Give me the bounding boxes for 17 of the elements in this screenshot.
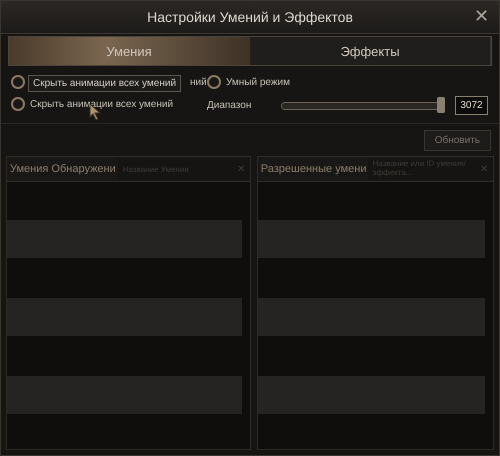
- option-label: Умный режим: [226, 76, 290, 88]
- window-title: Настройки Умений и Эффектов: [147, 9, 353, 25]
- range-slider[interactable]: [281, 98, 448, 114]
- radio-button[interactable]: [11, 97, 25, 111]
- tab[interactable]: Умения: [9, 37, 250, 65]
- update-button[interactable]: Обновить: [424, 130, 491, 151]
- radio-button[interactable]: [207, 75, 221, 89]
- range-label: Диапазон: [207, 100, 252, 111]
- panel-title: Разрешенные умени: [260, 163, 368, 175]
- panel-title: Умения Обнаружени: [9, 163, 117, 175]
- tab[interactable]: Эффекты: [250, 37, 491, 65]
- option-label: ний: [190, 76, 207, 88]
- close-button[interactable]: ✕: [474, 5, 489, 27]
- radio-button[interactable]: [11, 75, 25, 89]
- range-value-field[interactable]: 3072: [455, 96, 488, 115]
- tooltip: Скрыть анимации всех умений: [28, 75, 182, 92]
- option-label: Скрыть анимации всех умений: [30, 98, 174, 110]
